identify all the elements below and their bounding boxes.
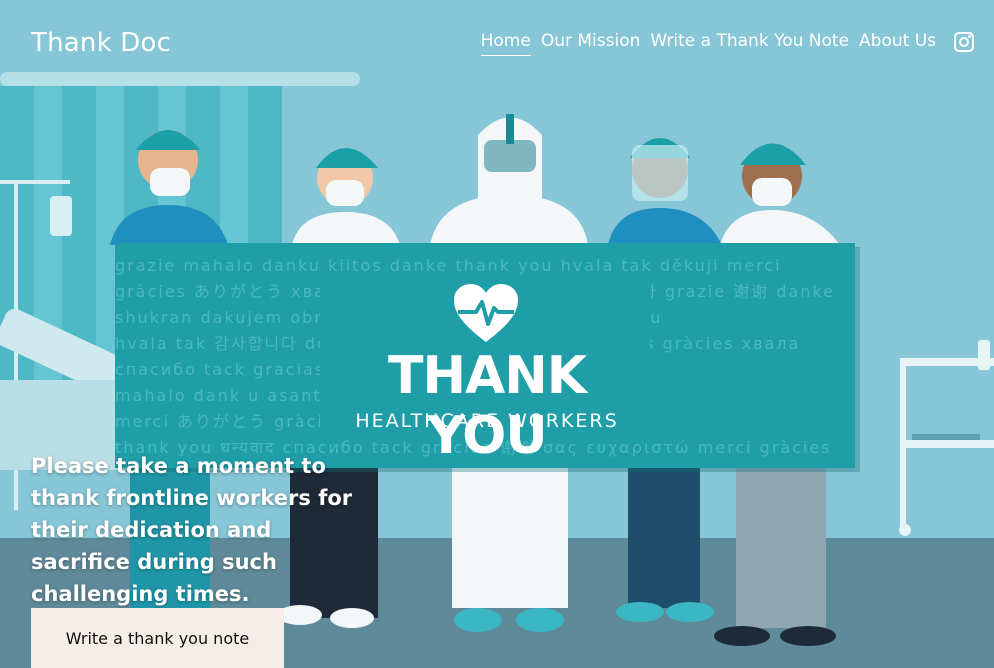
nav-home[interactable]: Home [480,31,531,56]
write-note-button[interactable]: Write a thank you note [31,608,284,668]
instagram-icon[interactable] [954,32,974,52]
hero-tagline: Please take a moment to thank frontline … [31,454,353,606]
heart-pulse-icon [454,284,518,342]
nav-write-note[interactable]: Write a Thank You Note [650,31,849,56]
brand-logo[interactable]: Thank Doc [31,28,171,58]
main-nav: Home Our Mission Write a Thank You Note … [480,31,936,56]
nav-about-us[interactable]: About Us [859,31,936,56]
nav-our-mission[interactable]: Our Mission [541,31,641,56]
banner-subtitle: HEALTHCARE WORKERS [355,410,619,432]
banner-title: THANK YOU [387,346,587,466]
banner-word-row: grazie mahalo danku kiitos danke thank y… [115,256,782,275]
site-header: Thank Doc Home Our Mission Write a Thank… [0,0,994,80]
